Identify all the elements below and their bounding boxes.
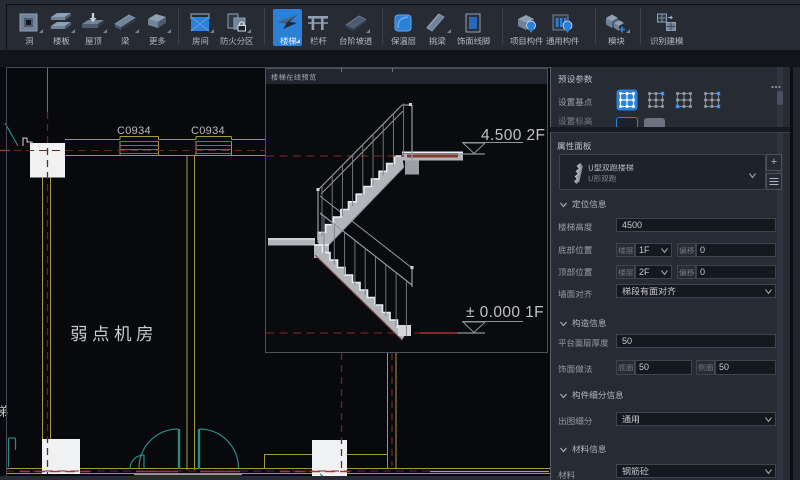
svg-text:± 0.000 1F: ± 0.000 1F [466,304,544,321]
svg-text:C0934: C0934 [191,125,225,137]
svg-text:C0934: C0934 [117,125,151,137]
svg-text:4.500 2F: 4.500 2F [481,127,545,144]
